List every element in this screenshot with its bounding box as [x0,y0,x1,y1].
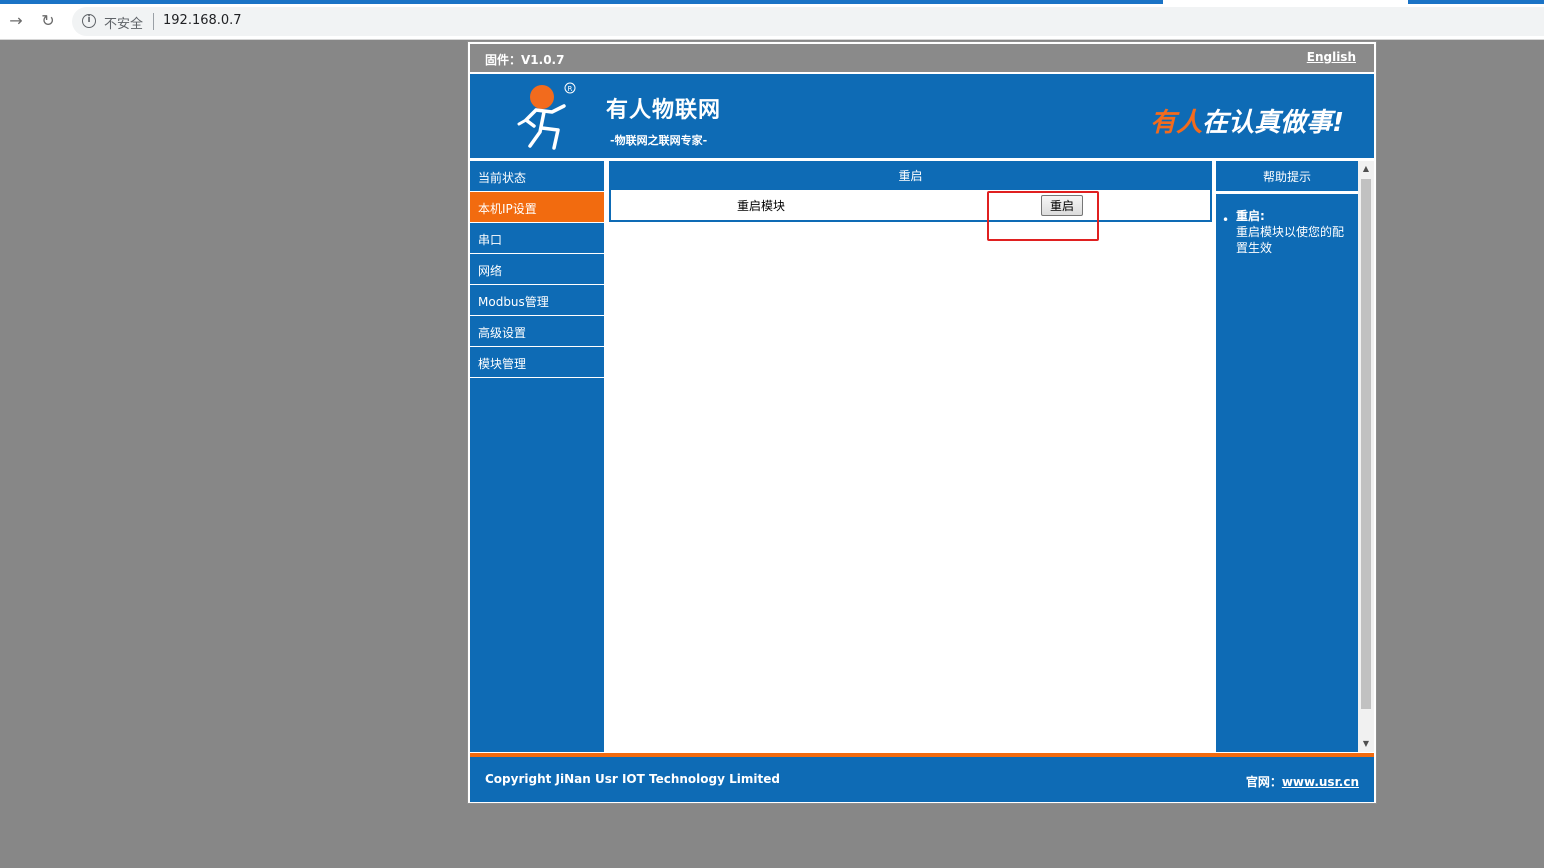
usr-logo-icon: R [517,82,576,150]
bullet-icon: • [1222,213,1230,227]
sidebar-nav: 当前状态 本机IP设置 串口 网络 Modbus管理 高级设置 模块管理 [470,161,604,752]
help-description: 重启模块以使您的配置生效 [1236,225,1345,255]
info-icon[interactable]: i [82,14,96,28]
website-info: 官网：www.usr.cn [1246,773,1359,790]
scroll-down-icon[interactable]: ▼ [1358,736,1374,752]
url-text[interactable]: 192.168.0.7 [163,13,242,28]
sidebar-item-status[interactable]: 当前状态 [470,161,604,192]
browser-toolbar: → ↻ i 不安全 192.168.0.7 [0,0,1544,40]
website-link[interactable]: www.usr.cn [1282,775,1359,789]
scrollbar[interactable]: ▲ ▼ [1358,161,1374,752]
omnibox-separator [153,13,154,30]
panel-title: 重启 [611,163,1210,190]
sidebar-item-local-ip[interactable]: 本机IP设置 [470,192,604,223]
sidebar-item-advanced[interactable]: 高级设置 [470,316,604,347]
brand-name: 有人物联网 [606,98,722,123]
website-label: 官网： [1245,775,1282,789]
help-body: • 重启: 重启模块以使您的配置生效 [1216,194,1358,256]
help-term: 重启: [1236,209,1265,223]
restart-module-label: 重启模块 [737,199,786,213]
firmware-bar: 固件：V1.0.7 English [470,44,1374,72]
help-panel: 帮助提示 • 重启: 重启模块以使您的配置生效 [1216,161,1358,752]
tab-strip [0,0,1163,4]
sidebar-item-serial[interactable]: 串口 [470,223,604,254]
page-header: R 有人物联网 -物联网之联网专家- 有人在认真做事! [470,74,1374,158]
firmware-version: 固件：V1.0.7 [485,53,565,67]
restart-row: 重启模块 重启 [611,190,1210,220]
slogan-rest: 在认真做事! [1202,108,1344,138]
sidebar-item-modbus[interactable]: Modbus管理 [470,285,604,316]
tab-strip-right [1408,0,1544,4]
device-page: 固件：V1.0.7 English R 有人物联网 -物联网之联网专家- 有人在… [467,41,1377,804]
security-label[interactable]: 不安全 [104,13,143,32]
brand-tagline: -物联网之联网专家- [610,134,708,147]
main-content: 重启 重启模块 重启 [606,161,1214,752]
slogan: 有人在认真做事! [1150,102,1344,139]
copyright-text: Copyright JiNan Usr IOT Technology Limit… [485,772,780,786]
address-bar[interactable]: i 不安全 192.168.0.7 [72,7,1544,36]
forward-icon[interactable]: → [7,12,25,30]
slogan-highlight: 有人 [1150,108,1203,138]
sidebar-item-module[interactable]: 模块管理 [470,347,604,378]
page-footer: Copyright JiNan Usr IOT Technology Limit… [470,757,1374,802]
sidebar-item-network[interactable]: 网络 [470,254,604,285]
english-link[interactable]: English [1307,50,1356,64]
svg-text:R: R [568,85,573,93]
scrollbar-thumb[interactable] [1361,179,1371,709]
restart-panel: 重启 重启模块 重启 [609,161,1212,222]
reload-icon[interactable]: ↻ [39,12,57,30]
help-title: 帮助提示 [1216,161,1358,194]
annotation-highlight-box [987,191,1099,241]
scroll-up-icon[interactable]: ▲ [1358,161,1374,177]
